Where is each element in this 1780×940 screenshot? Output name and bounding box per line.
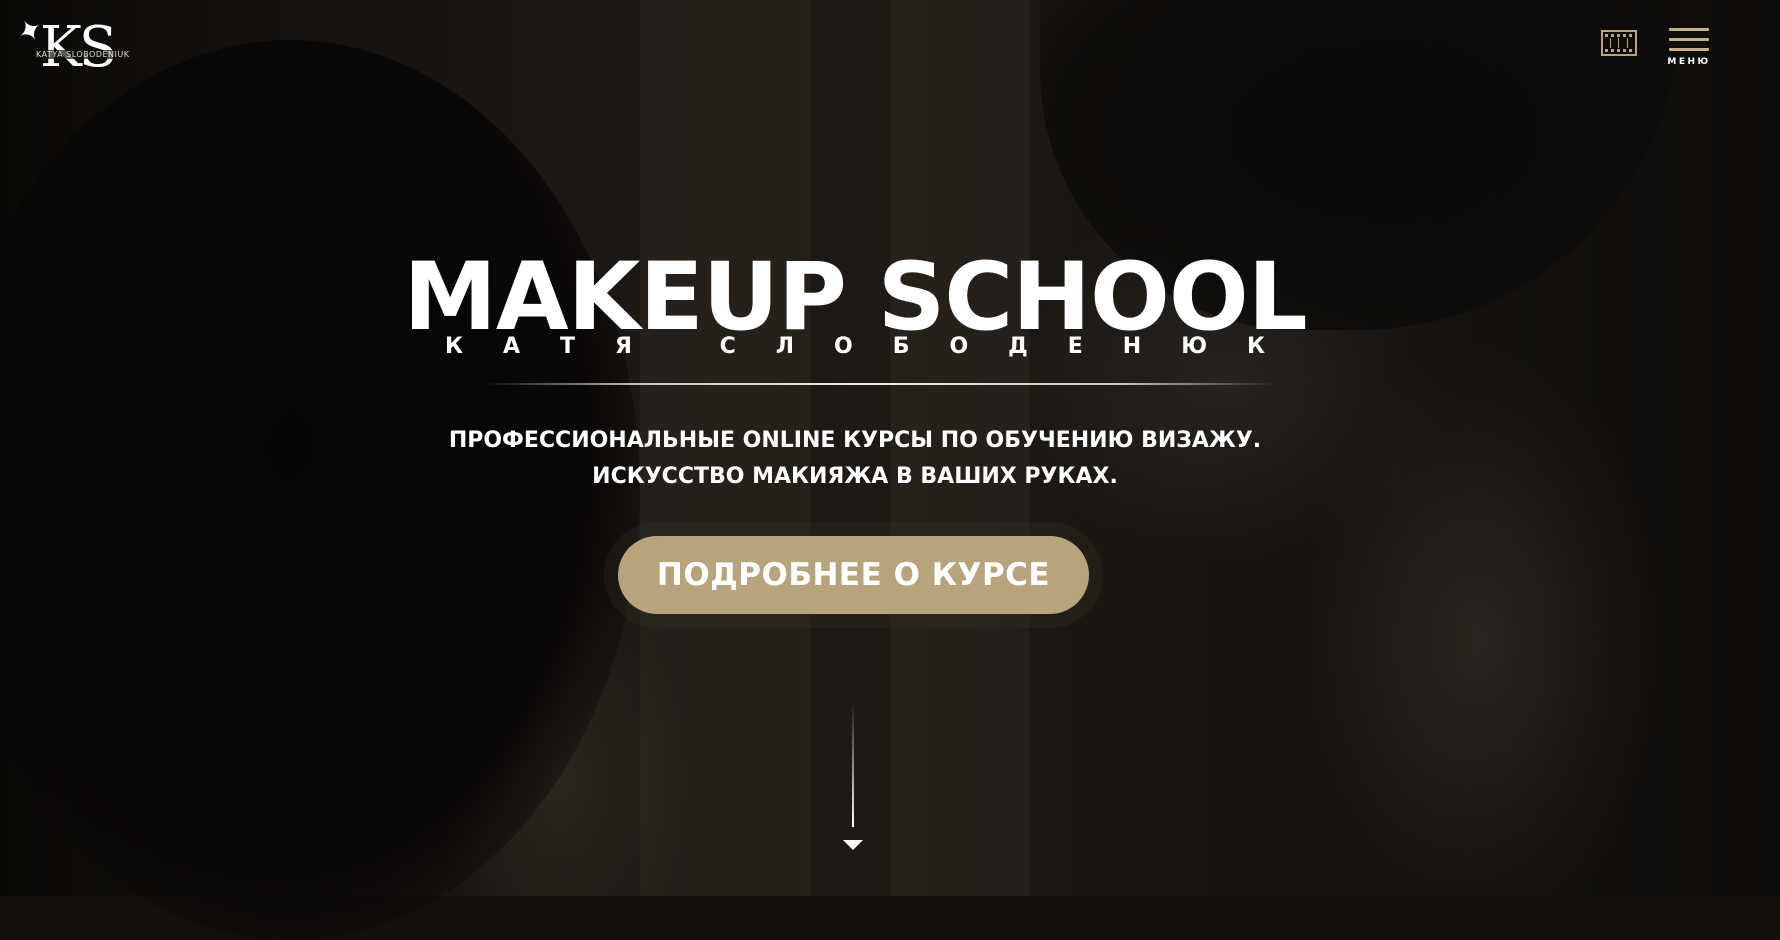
logo-caption: KATYA SLOBODENIUK	[34, 50, 132, 59]
hero-tagline-line1: ПРОФЕССИОНАЛЬНЫЕ ONLINE КУРСЫ ПО ОБУЧЕНИ…	[448, 428, 1262, 453]
arrow-down-icon[interactable]	[843, 840, 863, 850]
course-details-button[interactable]: ПОДРОБНЕЕ О КУРСЕ	[618, 536, 1089, 614]
site-logo[interactable]: ✦ KS KATYA SLOBODENIUK	[11, 10, 132, 82]
hamburger-bar	[1669, 48, 1709, 51]
film-icon[interactable]	[1601, 30, 1637, 56]
hero-divider	[485, 383, 1275, 385]
hero-subtitle: КАТЯ СЛОБОДЕНЮК	[444, 334, 1306, 359]
hamburger-bar	[1669, 38, 1709, 41]
hamburger-menu-icon	[1669, 28, 1709, 31]
scroll-indicator-line	[852, 703, 854, 827]
menu-button[interactable]: МЕНЮ	[1666, 28, 1712, 74]
menu-label: МЕНЮ	[1667, 57, 1711, 67]
hero-title: MAKEUP SCHOOL	[403, 243, 1307, 352]
hero-tagline-line2: ИСКУССТВО МАКИЯЖА В ВАШИХ РУКАХ.	[592, 464, 1118, 489]
logo-letters: KS	[40, 15, 117, 80]
